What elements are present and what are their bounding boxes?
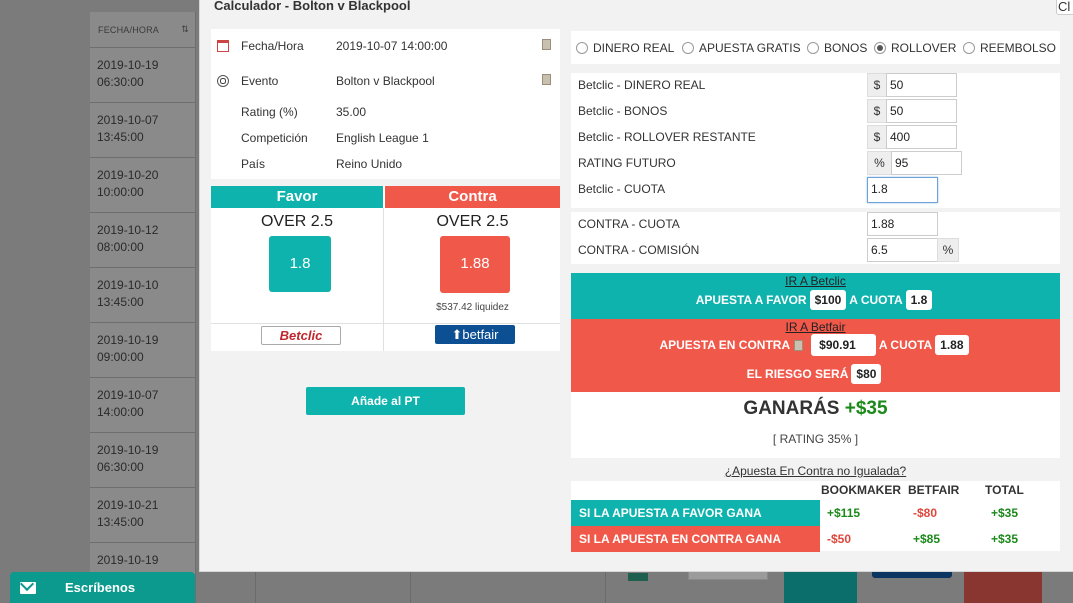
contra-cell[interactable] xyxy=(964,572,1042,603)
calculator-modal: Calculador - Bolton v Blackpool Cl Fecha… xyxy=(199,0,1073,572)
radio-icon[interactable] xyxy=(963,42,975,54)
rollover-row: Betclic - ROLLOVER RESTANTE $ 400 xyxy=(571,125,1060,151)
commission-row: CONTRA - COMISIÓN 6.5 % xyxy=(571,238,1060,264)
table-row[interactable]: 2019-10-19 06:30:00 xyxy=(90,433,195,488)
radio-icon[interactable] xyxy=(682,42,694,54)
country-value: Reino Unido xyxy=(336,157,403,171)
radio-icon[interactable] xyxy=(807,42,819,54)
table-row: SI LA APUESTA EN CONTRA GANA -$50 +$85 +… xyxy=(571,526,1060,552)
modal-title: Calculador - Bolton v Blackpool xyxy=(214,0,411,13)
column-header-date[interactable]: FECHA/HORA ⇅ xyxy=(90,12,195,48)
betfair-logo[interactable]: ⬆betfair xyxy=(435,325,515,344)
favor-contra-panel: Favor Contra OVER 2.5 OVER 2.5 1.8 1.88 … xyxy=(211,186,560,351)
lay-odds-row: CONTRA - CUOTA 1.88 xyxy=(571,212,1060,238)
competition-row: Competición English League 1 xyxy=(241,131,429,145)
event-value: Bolton v Blackpool xyxy=(336,74,435,88)
commission-input[interactable]: 6.5 xyxy=(867,238,938,262)
mode-free-bet[interactable]: APUESTA GRATIS xyxy=(682,41,801,55)
sort-icon[interactable]: ⇅ xyxy=(181,24,189,35)
go-to-betclic-link[interactable]: IR A Betclic xyxy=(571,274,1060,288)
table-row[interactable]: 2019-10-19 06:30:00 xyxy=(90,48,195,103)
mode-bonus[interactable]: BONOS xyxy=(807,41,867,55)
event-row: Evento Bolton v Blackpool xyxy=(211,74,560,94)
liquidity-text: $537.42 liquidez xyxy=(436,302,509,313)
favor-market: OVER 2.5 xyxy=(260,213,334,230)
go-to-betfair-link[interactable]: IR A Betfair xyxy=(571,320,1060,334)
calendar-icon xyxy=(217,40,229,52)
real-money-row: Betclic - DINERO REAL $ 50 xyxy=(571,73,1060,99)
competition-value: English League 1 xyxy=(336,131,429,145)
table-row[interactable]: 2019-10-07 13:45:00 xyxy=(90,103,195,158)
lay-odds-input[interactable]: 1.88 xyxy=(867,212,938,236)
betclic-logo[interactable]: Betclic xyxy=(261,326,341,345)
table-row[interactable]: 2019-10-19 09:00:00 xyxy=(90,323,195,378)
table-row[interactable]: 2019-10-21 13:45:00 xyxy=(90,488,195,543)
bookie-odds-input[interactable]: 1.8 xyxy=(867,177,938,203)
mode-rollover[interactable]: ROLLOVER xyxy=(874,41,956,55)
back-odds: 1.8 xyxy=(905,290,933,310)
future-rating-input[interactable]: 95 xyxy=(891,151,962,175)
favor-odds-box[interactable]: 1.8 xyxy=(269,236,331,292)
table-row[interactable]: 2019-10-07 14:00:00 xyxy=(90,378,195,433)
bookie-odds-row: Betclic - CUOTA 1.8 xyxy=(571,177,1060,203)
rollover-input[interactable]: 400 xyxy=(886,125,957,149)
country-row: País Reino Unido xyxy=(241,157,403,171)
profit-amount: +$35 xyxy=(844,398,888,419)
future-rating-row: RATING FUTURO % 95 xyxy=(571,151,1060,177)
exchange-inputs: CONTRA - CUOTA 1.88 CONTRA - COMISIÓN 6.… xyxy=(571,212,1060,264)
bookmaker-logo-button[interactable] xyxy=(688,572,768,580)
copy-icon[interactable] xyxy=(794,339,804,351)
event-info-panel: Fecha/Hora 2019-10-07 14:00:00 Evento Bo… xyxy=(211,29,560,179)
table-row[interactable]: 2019-10-20 10:00:00 xyxy=(90,158,195,213)
copy-icon[interactable] xyxy=(542,74,551,85)
rating-row: Rating (%) 35.00 xyxy=(241,105,367,119)
bet-mode-radios: DINERO REAL APUESTA GRATIS BONOS ROLLOVE… xyxy=(571,31,1060,64)
real-money-input[interactable]: 50 xyxy=(886,73,957,97)
add-to-pt-button[interactable]: Añade al PT xyxy=(306,387,465,415)
favor-header: Favor xyxy=(211,186,383,208)
exchange-logo-button[interactable] xyxy=(872,572,952,578)
mode-real-money[interactable]: DINERO REAL xyxy=(576,41,674,55)
chat-label: Escríbenos xyxy=(65,580,136,595)
chat-widget[interactable]: Escríbenos xyxy=(10,572,195,603)
rating-summary: [ RATING 35% ] xyxy=(772,432,859,446)
table-row[interactable]: 2019-10-10 13:45:00 xyxy=(90,268,195,323)
soccer-ball-icon xyxy=(217,75,229,87)
contra-header: Contra xyxy=(385,186,560,208)
unmatched-lay-link[interactable]: ¿Apuesta En Contra no Igualada? xyxy=(571,464,1060,478)
datetime-row: Fecha/Hora 2019-10-07 14:00:00 xyxy=(211,39,560,59)
contra-odds-box[interactable]: 1.88 xyxy=(440,236,510,293)
lay-odds: 1.88 xyxy=(935,335,969,355)
datetime-value: 2019-10-07 14:00:00 xyxy=(336,39,448,53)
copy-icon[interactable] xyxy=(542,39,551,50)
bonus-row: Betclic - BONOS $ 50 xyxy=(571,99,1060,125)
bookmaker-inputs: Betclic - DINERO REAL $ 50 Betclic - BON… xyxy=(571,73,1060,208)
lay-stake: $90.91 xyxy=(811,334,876,356)
favor-cell[interactable] xyxy=(784,572,857,603)
radio-icon[interactable] xyxy=(576,42,588,54)
radio-icon-selected[interactable] xyxy=(874,42,886,54)
table-row: SI LA APUESTA A FAVOR GANA +$115 -$80 +$… xyxy=(571,500,1060,526)
back-bet-panel: IR A Betclic APUESTA A FAVOR $100 A CUOT… xyxy=(571,273,1060,319)
bonus-input[interactable]: 50 xyxy=(886,99,957,123)
lay-bet-panel: IR A Betfair APUESTA EN CONTRA $90.91 A … xyxy=(571,319,1060,392)
close-button[interactable]: Cl xyxy=(1056,0,1073,15)
background-row-partial xyxy=(196,572,1073,603)
profit-result: GANARÁS +$35 [ RATING 35% ] xyxy=(571,392,1060,458)
mail-icon xyxy=(20,581,36,594)
contra-market: OVER 2.5 xyxy=(436,213,509,230)
risk-amount: $80 xyxy=(851,364,882,384)
table-row[interactable]: 2019-10-12 08:00:00 xyxy=(90,213,195,268)
outcome-summary-table: BOOKMAKER BETFAIR TOTAL SI LA APUESTA A … xyxy=(571,481,1060,552)
table-icon[interactable] xyxy=(628,573,648,581)
mode-refund[interactable]: REEMBOLSO xyxy=(963,41,1056,55)
date-column: FECHA/HORA ⇅ 2019-10-19 06:30:00 2019-10-… xyxy=(90,12,196,603)
rating-value: 35.00 xyxy=(336,105,367,119)
back-stake: $100 xyxy=(809,290,847,310)
